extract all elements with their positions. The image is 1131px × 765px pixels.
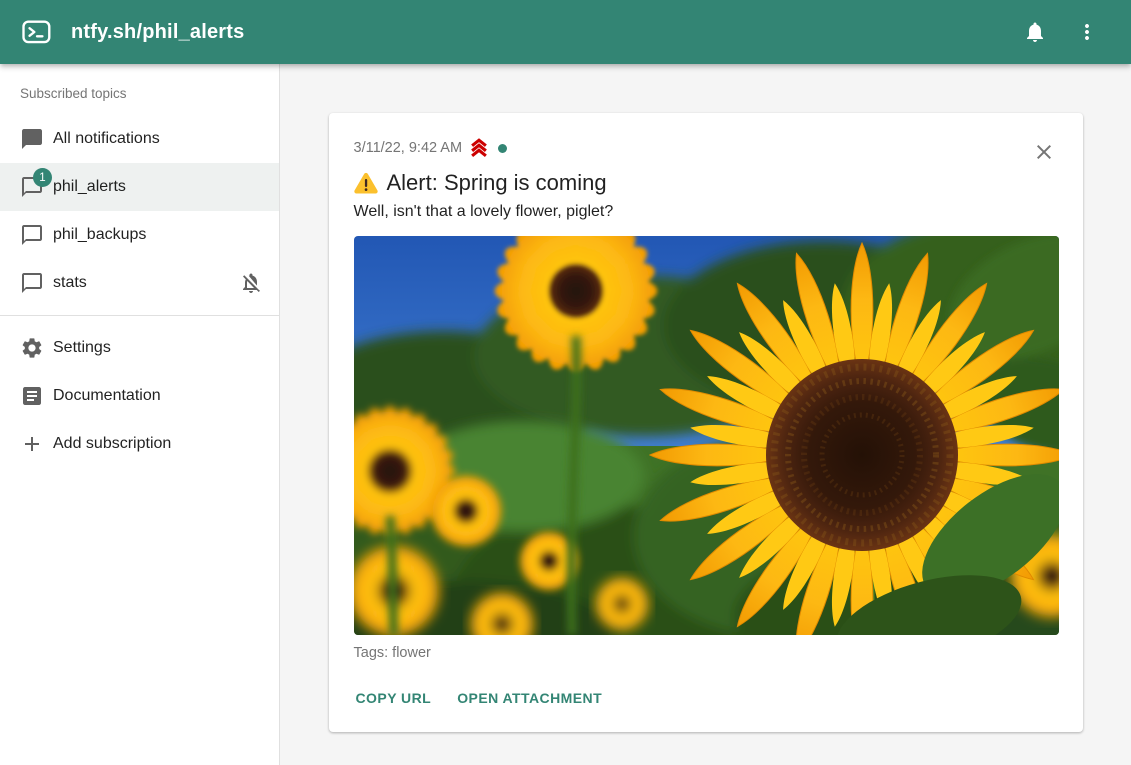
notification-timestamp: 3/11/22, 9:42 AM (354, 140, 463, 156)
chat-bubble-outline-icon (20, 223, 44, 247)
warning-emoji-icon (354, 172, 378, 194)
tags-label: Tags: flower (354, 645, 1059, 661)
open-attachment-button[interactable]: OPEN ATTACHMENT (455, 682, 612, 714)
chat-bubble-outline-icon (20, 271, 44, 295)
notification-title: Alert: Spring is coming (354, 170, 1059, 196)
subscribed-topics-header: Subscribed topics (0, 74, 279, 115)
sidebar-item-phil-backups[interactable]: phil_backups (0, 211, 279, 259)
chat-bubble-filled-icon (20, 127, 44, 151)
more-vert-menu-button[interactable] (1067, 12, 1107, 52)
notification-body: Well, isn't that a lovely flower, piglet… (354, 203, 1059, 221)
chat-bubble-outline-icon: 1 (20, 175, 44, 199)
app-bar: ntfy.sh/phil_alerts (0, 0, 1131, 64)
sidebar: Subscribed topics All notifications 1 ph… (0, 64, 280, 765)
page-title: ntfy.sh/phil_alerts (71, 21, 244, 44)
notification-actions: COPY URL OPEN ATTACHMENT (354, 682, 1059, 714)
sidebar-item-documentation[interactable]: Documentation (0, 372, 279, 420)
attachment-image-sunflowers[interactable] (354, 236, 1059, 635)
sidebar-divider (0, 315, 279, 316)
plus-icon (20, 432, 44, 456)
unread-dot (498, 144, 507, 153)
sidebar-item-stats[interactable]: stats (0, 259, 279, 307)
sidebar-item-settings[interactable]: Settings (0, 324, 279, 372)
sidebar-item-label: Documentation (53, 387, 263, 405)
sidebar-item-label: Add subscription (53, 435, 263, 453)
close-notification-button[interactable] (1029, 137, 1059, 167)
sidebar-item-phil-alerts[interactable]: 1 phil_alerts (0, 163, 279, 211)
ntfy-terminal-logo-icon (22, 19, 51, 45)
sidebar-item-label: phil_alerts (53, 178, 263, 196)
notifications-bell-button[interactable] (1015, 12, 1055, 52)
notification-title-text: Alert: Spring is coming (387, 170, 607, 196)
notification-meta-row: 3/11/22, 9:42 AM (354, 137, 1059, 159)
main-content: 3/11/22, 9:42 AM (280, 64, 1131, 765)
sidebar-item-label: phil_backups (53, 226, 263, 244)
sidebar-item-label: All notifications (53, 130, 263, 148)
notifications-muted-icon (239, 271, 263, 295)
max-priority-icon (468, 137, 490, 159)
sidebar-item-add-subscription[interactable]: Add subscription (0, 420, 279, 468)
gear-icon (20, 336, 44, 360)
notification-card: 3/11/22, 9:42 AM (329, 113, 1083, 732)
article-icon (20, 384, 44, 408)
sidebar-item-label: stats (53, 274, 239, 292)
sidebar-item-label: Settings (53, 339, 263, 357)
unread-count-badge: 1 (33, 168, 52, 187)
copy-url-button[interactable]: COPY URL (354, 682, 442, 714)
sidebar-item-all-notifications[interactable]: All notifications (0, 115, 279, 163)
